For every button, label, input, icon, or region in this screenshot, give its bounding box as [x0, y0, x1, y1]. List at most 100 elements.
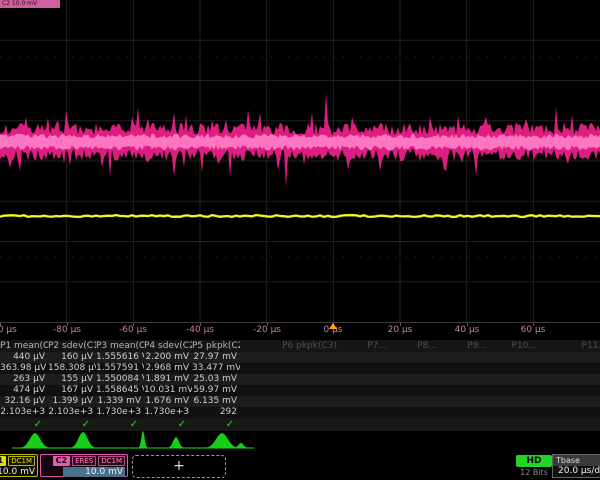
- mean-cell: [240, 363, 340, 374]
- histicon-peak: [167, 437, 185, 448]
- num-cell: 1.730e+3: [144, 407, 192, 418]
- param-header-p4[interactable]: P4 sdev(C2): [144, 340, 192, 352]
- param-header-p6[interactable]: P6 pkpk(C3): [240, 340, 340, 352]
- sdev-cell: 1.399 µV: [48, 396, 96, 407]
- min-cell: [490, 374, 540, 385]
- value-cell: 2.200 mV: [144, 352, 192, 363]
- sdev-cell: [340, 396, 390, 407]
- measurement-histicons: [0, 427, 600, 451]
- max-cell: [440, 385, 490, 396]
- mean-cell: [540, 363, 600, 374]
- param-header-p8[interactable]: P8...: [390, 340, 440, 352]
- stat-row-max: 474 µV167 µV1.558645 V10.031 mV59.97 mV: [0, 385, 600, 396]
- value-cell: 1.555616 V: [96, 352, 144, 363]
- time-label: -20 µs: [253, 325, 281, 335]
- channel-descriptor-c1[interactable]: C1 DC1M 10.0 mV: [0, 454, 38, 477]
- stat-row-num: 2.103e+32.103e+31.730e+31.730e+3292: [0, 407, 600, 418]
- num-cell: [490, 407, 540, 418]
- c1-vdiv-value: 10.0 mV: [0, 467, 35, 477]
- c2-label: C2: [53, 456, 70, 466]
- time-label: -100 µs: [0, 325, 17, 335]
- value-cell: 160 µV: [48, 352, 96, 363]
- histicon-peak: [204, 433, 240, 448]
- min-cell: 25.03 mV: [192, 374, 240, 385]
- time-label: -60 µs: [119, 325, 147, 335]
- sdev-cell: 1.339 mV: [96, 396, 144, 407]
- time-label: 60 µs: [521, 325, 546, 335]
- trigger-position-marker[interactable]: [329, 323, 337, 329]
- time-label: -40 µs: [186, 325, 214, 335]
- min-cell: [240, 374, 340, 385]
- oscilloscope-screen: C2 10.0 mV -100 µs -80 µs -60 µs -40 µs -20 …: [0, 0, 600, 480]
- stat-row-value: 440 µV160 µV1.555616 V2.200 mV27.97 mV: [0, 352, 600, 363]
- param-header-p1[interactable]: P1 mean(C1): [0, 340, 48, 352]
- min-cell: [440, 374, 490, 385]
- mean-cell: 2.968 mV: [144, 363, 192, 374]
- max-cell: [490, 385, 540, 396]
- sdev-cell: [240, 396, 340, 407]
- mean-cell: 158.308 µV: [48, 363, 96, 374]
- waveform-display[interactable]: [0, 0, 600, 322]
- sdev-cell: 6.135 mV: [192, 396, 240, 407]
- param-header-p5[interactable]: P5 pkpk(C2): [192, 340, 240, 352]
- timebase-descriptor[interactable]: Tbase 20.0 µs/div: [552, 454, 600, 478]
- mean-cell: [390, 363, 440, 374]
- min-cell: 1.550084 V: [96, 374, 144, 385]
- min-cell: [390, 374, 440, 385]
- max-cell: 474 µV: [0, 385, 48, 396]
- value-cell: 27.97 mV: [192, 352, 240, 363]
- num-cell: [540, 407, 600, 418]
- max-cell: 59.97 mV: [192, 385, 240, 396]
- mean-cell: 1.557591 V: [96, 363, 144, 374]
- histicon-peak: [19, 433, 51, 448]
- value-cell: [390, 352, 440, 363]
- value-cell: 440 µV: [0, 352, 48, 363]
- mean-cell: [440, 363, 490, 374]
- min-cell: 263 µV: [0, 374, 48, 385]
- num-cell: 2.103e+3: [0, 407, 48, 418]
- channel-descriptor-c2[interactable]: C2 ERES DC1M 10.0 mV: [40, 454, 128, 477]
- param-header-p3[interactable]: P3 mean(C2): [96, 340, 144, 352]
- max-cell: 167 µV: [48, 385, 96, 396]
- sdev-cell: [390, 396, 440, 407]
- max-cell: [240, 385, 340, 396]
- min-cell: 1.891 mV: [144, 374, 192, 385]
- param-header-row: P1 mean(C1)P2 sdev(C1)P3 mean(C2)P4 sdev…: [0, 340, 600, 352]
- trace-annotation: C2 10.0 mV: [0, 0, 60, 8]
- min-cell: [540, 374, 600, 385]
- c1-coupling-badge: DC1M: [8, 456, 35, 466]
- measurement-table: P1 mean(C1)P2 sdev(C1)P3 mean(C2)P4 sdev…: [0, 340, 600, 431]
- stat-row-sdev: 32.16 µV1.399 µV1.339 mV1.676 mV6.135 mV: [0, 396, 600, 407]
- param-header-p11[interactable]: P11...: [540, 340, 600, 352]
- max-cell: 1.558645 V: [96, 385, 144, 396]
- sdev-cell: 32.16 µV: [0, 396, 48, 407]
- param-header-p7[interactable]: P7...: [340, 340, 390, 352]
- num-cell: 292: [192, 407, 240, 418]
- num-cell: [440, 407, 490, 418]
- num-cell: [240, 407, 340, 418]
- histicon-peak: [69, 432, 97, 448]
- param-header-p2[interactable]: P2 sdev(C1): [48, 340, 96, 352]
- value-cell: [340, 352, 390, 363]
- add-channel-button[interactable]: +: [132, 455, 226, 478]
- sdev-cell: [490, 396, 540, 407]
- c2-coupling-badge: DC1M: [98, 456, 125, 466]
- param-header-p9[interactable]: P9...: [440, 340, 490, 352]
- mean-cell: [490, 363, 540, 374]
- bit-depth-label: 12 Bits: [510, 468, 558, 477]
- min-cell: [340, 374, 390, 385]
- timebase-title: Tbase: [553, 455, 600, 466]
- value-cell: [490, 352, 540, 363]
- sdev-cell: 1.676 mV: [144, 396, 192, 407]
- value-cell: [440, 352, 490, 363]
- time-label: -80 µs: [53, 325, 81, 335]
- sdev-cell: [440, 396, 490, 407]
- max-cell: [540, 385, 600, 396]
- value-cell: [540, 352, 600, 363]
- param-header-p10[interactable]: P10...: [490, 340, 540, 352]
- max-cell: 10.031 mV: [144, 385, 192, 396]
- num-cell: 1.730e+3: [96, 407, 144, 418]
- value-cell: [240, 352, 340, 363]
- c1-label: C1: [0, 456, 6, 466]
- bottom-toolbar: C1 DC1M 10.0 mV C2 ERES DC1M 10.0 mV + H…: [0, 452, 600, 480]
